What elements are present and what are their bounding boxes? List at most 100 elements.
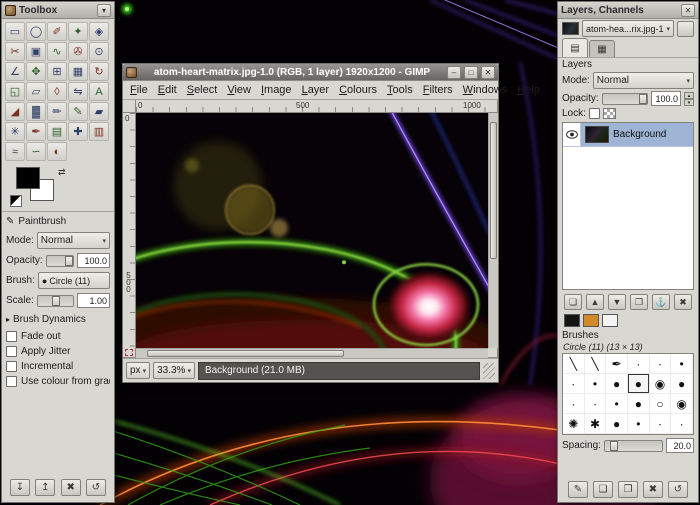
- tool-crop[interactable]: ▦: [68, 62, 88, 81]
- pattern-swatch[interactable]: [583, 314, 599, 327]
- brush-item[interactable]: •: [628, 414, 650, 434]
- new-layer-button[interactable]: ❏: [564, 294, 582, 310]
- lock-pixels-checkbox[interactable]: [589, 108, 600, 119]
- toolbox-titlebar[interactable]: Toolbox ▾: [2, 2, 114, 19]
- tool-option-checkbox[interactable]: Use colour from gradien: [6, 374, 110, 389]
- scrollbar-thumb[interactable]: [147, 350, 344, 357]
- tool-measure[interactable]: ∠: [5, 62, 25, 81]
- spacing-value[interactable]: 20.0: [666, 438, 694, 453]
- horizontal-scrollbar[interactable]: [136, 348, 488, 358]
- scale-slider[interactable]: [37, 295, 74, 307]
- layer-visibility-toggle[interactable]: [563, 123, 581, 146]
- scrollbar-thumb[interactable]: [490, 122, 497, 258]
- quick-mask-toggle[interactable]: [123, 348, 136, 358]
- tool-ellipse-select[interactable]: ◯: [26, 22, 46, 41]
- tool-rotate[interactable]: ↻: [89, 62, 109, 81]
- tool-perspective-clone[interactable]: ▥: [89, 122, 109, 141]
- tool-fuzzy-select[interactable]: ✦: [68, 22, 88, 41]
- brush-item[interactable]: ✒: [606, 354, 628, 374]
- delete-brush-button[interactable]: ✖: [643, 481, 663, 498]
- brush-item[interactable]: ●: [671, 374, 693, 394]
- tool-option-checkbox[interactable]: Incremental: [6, 359, 110, 374]
- restore-options-button[interactable]: ↥: [35, 479, 55, 496]
- brush-item[interactable]: ○: [650, 394, 672, 414]
- brush-dynamics-expander[interactable]: ▸ Brush Dynamics: [6, 312, 110, 326]
- tab-layers[interactable]: ▤: [562, 38, 588, 57]
- image-selector-combo[interactable]: atom-hea...rix.jpg-1 ▾: [582, 20, 674, 37]
- spin-down-icon[interactable]: ▾: [684, 99, 694, 106]
- tool-clone[interactable]: ▤: [47, 122, 67, 141]
- navigation-button[interactable]: [488, 348, 498, 358]
- layer-list[interactable]: Background: [562, 122, 694, 290]
- foreground-color-swatch[interactable]: [16, 167, 40, 189]
- brush-item[interactable]: ◉: [650, 374, 672, 394]
- brush-item[interactable]: ·: [563, 394, 585, 414]
- checkbox-box[interactable]: [6, 376, 17, 387]
- menu-item[interactable]: Help: [512, 82, 545, 98]
- brush-item[interactable]: ·: [671, 414, 693, 434]
- zoom-combo[interactable]: 33.3% ▾: [153, 362, 195, 379]
- delete-options-button[interactable]: ✖: [61, 479, 81, 496]
- tool-ink[interactable]: ✒: [26, 122, 46, 141]
- tool-align[interactable]: ⊞: [47, 62, 67, 81]
- layer-row[interactable]: Background: [563, 123, 693, 147]
- brush-item[interactable]: •: [671, 354, 693, 374]
- layer-mode-combo[interactable]: Normal ▾: [593, 72, 694, 89]
- resize-grip[interactable]: [483, 363, 495, 379]
- minimize-button[interactable]: –: [447, 66, 461, 79]
- brush-item[interactable]: ◉: [671, 394, 693, 414]
- tab-channels[interactable]: ▦: [589, 40, 615, 57]
- tool-pencil[interactable]: ✏: [47, 102, 67, 121]
- tool-bucket-fill[interactable]: ◢: [5, 102, 25, 121]
- brush-item[interactable]: ●: [606, 374, 628, 394]
- brush-item[interactable]: ∙: [650, 414, 672, 434]
- checkbox-box[interactable]: [6, 346, 17, 357]
- layer-opacity-value[interactable]: 100.0: [651, 91, 681, 106]
- tool-scale[interactable]: ◱: [5, 82, 25, 101]
- brush-item[interactable]: ∙: [650, 354, 672, 374]
- vertical-ruler[interactable]: 0 500: [123, 113, 136, 348]
- menu-item[interactable]: Filters: [418, 82, 458, 98]
- tool-heal[interactable]: ✚: [68, 122, 88, 141]
- horizontal-ruler[interactable]: 0 500 1000: [136, 100, 488, 113]
- delete-layer-button[interactable]: ✖: [674, 294, 692, 310]
- spacing-slider[interactable]: [604, 440, 663, 452]
- tool-shear[interactable]: ▱: [26, 82, 46, 101]
- opacity-value[interactable]: 100.0: [77, 253, 110, 268]
- menu-item[interactable]: Colours: [334, 82, 382, 98]
- tool-foreground-select[interactable]: ▣: [26, 42, 46, 61]
- checkbox-box[interactable]: [6, 361, 17, 372]
- brush-select-button[interactable]: ● Circle (11): [38, 272, 110, 289]
- brush-item[interactable]: ·: [628, 354, 650, 374]
- brush-item[interactable]: •: [606, 394, 628, 414]
- mode-combo[interactable]: Normal ▾: [37, 232, 110, 249]
- new-brush-button[interactable]: ❏: [593, 481, 613, 498]
- tool-text[interactable]: A: [89, 82, 109, 101]
- duplicate-layer-button[interactable]: ❐: [630, 294, 648, 310]
- tool-flip[interactable]: ⇋: [68, 82, 88, 101]
- tool-scissors-select[interactable]: ✂: [5, 42, 25, 61]
- menu-item[interactable]: Windows: [458, 82, 513, 98]
- scale-value[interactable]: 1.00: [77, 293, 110, 308]
- tool-airbrush[interactable]: ✳: [5, 122, 25, 141]
- slider-thumb[interactable]: [639, 94, 647, 104]
- anchor-layer-button[interactable]: ⚓: [652, 294, 670, 310]
- slider-thumb[interactable]: [610, 441, 618, 451]
- tool-paths[interactable]: ∿: [47, 42, 67, 61]
- slider-thumb[interactable]: [65, 256, 73, 266]
- menu-item[interactable]: Edit: [153, 82, 182, 98]
- tool-smudge[interactable]: ∽: [26, 142, 46, 161]
- menu-item[interactable]: Image: [256, 82, 297, 98]
- tool-blur-sharpen[interactable]: ≈: [5, 142, 25, 161]
- tool-paintbrush[interactable]: ✎: [68, 102, 88, 121]
- default-colors-icon[interactable]: [10, 195, 22, 207]
- tool-option-checkbox[interactable]: Apply Jitter: [6, 344, 110, 359]
- tool-eraser[interactable]: ▰: [89, 102, 109, 121]
- duplicate-brush-button[interactable]: ❐: [618, 481, 638, 498]
- brush-item[interactable]: ●: [606, 414, 628, 434]
- layers-dock-titlebar[interactable]: Layers, Channels ✕: [558, 2, 698, 19]
- tool-select-by-color[interactable]: ◈: [89, 22, 109, 41]
- lock-alpha-icon[interactable]: [603, 108, 616, 119]
- auto-follow-button[interactable]: [677, 21, 694, 37]
- save-options-button[interactable]: ↧: [10, 479, 30, 496]
